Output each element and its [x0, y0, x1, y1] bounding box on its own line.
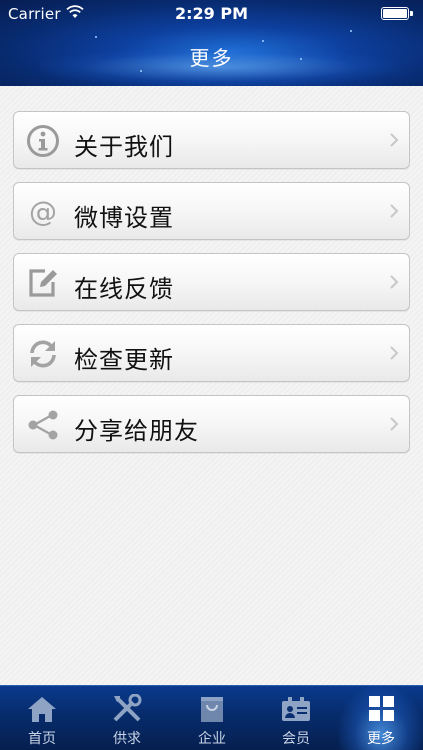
menu-item-label: 分享给朋友 [74, 417, 199, 445]
tools-icon [113, 694, 142, 722]
status-bar: Carrier 2:29 PM [0, 0, 423, 28]
member-card-icon [282, 697, 310, 721]
status-time: 2:29 PM [174, 4, 248, 23]
menu-item-weibo-settings[interactable]: @ 微博设置 [13, 182, 410, 240]
menu-item-label: 检查更新 [74, 346, 174, 374]
menu-item-share-with-friends[interactable]: 分享给朋友 [13, 395, 410, 453]
tab-member[interactable]: 会员 [254, 686, 338, 750]
chevron-right-icon [390, 417, 399, 431]
menu-item-label: 在线反馈 [74, 275, 174, 303]
grid-icon [369, 696, 394, 721]
page-title: 更多 [189, 46, 234, 70]
edit-icon [29, 269, 57, 297]
tab-home[interactable]: 首页 [0, 686, 84, 750]
chevron-right-icon [390, 133, 399, 147]
refresh-icon [30, 340, 56, 368]
navigation-header: Carrier 2:29 PM 更多 [0, 0, 423, 86]
chevron-right-icon [390, 346, 399, 360]
header-sparkle [95, 36, 97, 38]
chevron-right-icon [390, 204, 399, 218]
menu-item-label: 关于我们 [74, 133, 174, 161]
menu-item-label: 微博设置 [74, 204, 174, 232]
home-icon [28, 697, 56, 722]
tab-supply-demand[interactable]: 供求 [85, 686, 169, 750]
tab-more[interactable]: 更多 [339, 686, 423, 750]
tab-label: 供求 [113, 731, 141, 747]
menu-item-about-us[interactable]: 关于我们 [13, 111, 410, 169]
menu-item-online-feedback[interactable]: 在线反馈 [13, 253, 410, 311]
chevron-right-icon [390, 275, 399, 289]
info-icon [27, 125, 59, 157]
at-sign-icon: @ [29, 195, 57, 228]
tab-label: 会员 [282, 731, 310, 747]
header-sparkle [350, 30, 352, 32]
tab-label: 首页 [28, 731, 56, 747]
settings-list: 关于我们 @ 微博设置 在线反馈 检查更新 分享给朋友 [0, 86, 423, 685]
tab-bar: 首页 供求 企业 会员 更多 [0, 685, 423, 750]
battery-icon [381, 7, 413, 20]
tab-enterprise[interactable]: 企业 [170, 686, 254, 750]
tab-label: 更多 [367, 731, 395, 747]
menu-item-check-update[interactable]: 检查更新 [13, 324, 410, 382]
svg-text:@: @ [29, 195, 57, 228]
share-icon [28, 410, 58, 440]
shopping-bag-icon [201, 697, 223, 722]
tab-label: 企业 [198, 731, 226, 747]
